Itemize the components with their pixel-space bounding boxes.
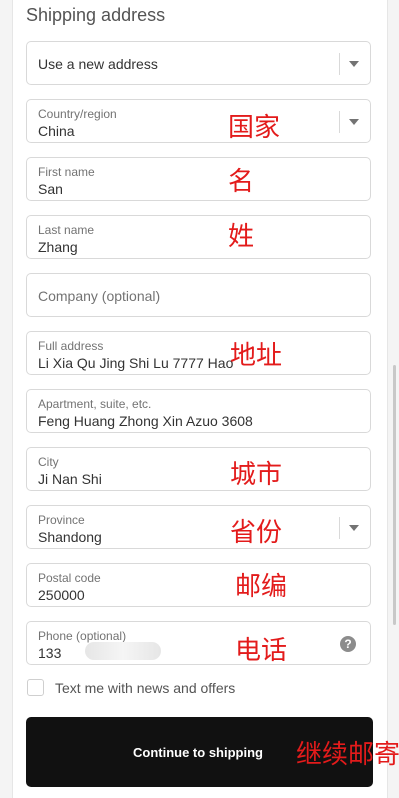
select-divider — [339, 517, 340, 539]
phone-label: Phone (optional) — [38, 629, 127, 643]
postal-code-annotation: 邮编 — [235, 572, 288, 602]
apartment-value: Feng Huang Zhong Xin Azuo 3608 — [38, 413, 253, 429]
company-placeholder: Company (optional) — [38, 288, 161, 304]
chevron-down-icon — [349, 61, 359, 67]
continue-to-shipping-button[interactable]: Continue to shipping 继续邮寄 — [26, 717, 399, 787]
country-select[interactable]: Country/region China — [26, 99, 371, 143]
province-select[interactable]: Province Shandong — [26, 505, 371, 549]
postal-code-field[interactable]: Postal code 250000 — [26, 563, 371, 607]
help-icon[interactable]: ? — [340, 636, 356, 652]
address-field[interactable]: Full address Li Xia Qu Jing Shi Lu 7777 … — [26, 331, 371, 375]
city-field[interactable]: City Ji Nan Shi — [26, 447, 371, 491]
scrollbar-thumb[interactable] — [393, 365, 396, 625]
redacted-phone-digits — [85, 642, 161, 660]
city-annotation: 城市 — [230, 460, 283, 490]
country-value: China — [38, 123, 75, 139]
phone-annotation: 电话 — [235, 636, 288, 666]
chevron-down-icon — [349, 119, 359, 125]
country-annotation: 国家 — [228, 113, 281, 143]
last-name-label: Last name — [38, 223, 95, 237]
province-value: Shandong — [38, 529, 102, 545]
first-name-field[interactable]: First name San — [26, 157, 371, 201]
province-label: Province — [38, 513, 85, 527]
postal-code-label: Postal code — [38, 571, 101, 585]
apartment-field[interactable]: Apartment, suite, etc. Feng Huang Zhong … — [26, 389, 371, 433]
first-name-label: First name — [38, 165, 95, 179]
first-name-value: San — [38, 181, 63, 197]
section-title: Shipping address — [26, 5, 166, 25]
city-label: City — [38, 455, 59, 469]
address-annotation: 地址 — [230, 341, 283, 371]
province-annotation: 省份 — [230, 518, 283, 548]
last-name-field[interactable]: Last name Zhang — [26, 215, 371, 259]
select-divider — [339, 53, 340, 75]
saved-address-value: Use a new address — [38, 56, 158, 72]
phone-field[interactable]: Phone (optional) 133 ? — [26, 621, 371, 665]
last-name-value: Zhang — [38, 239, 78, 255]
continue-annotation: 继续邮寄 — [296, 740, 399, 770]
address-value: Li Xia Qu Jing Shi Lu 7777 Hao — [38, 355, 234, 371]
first-name-annotation: 名 — [228, 167, 255, 197]
city-value: Ji Nan Shi — [38, 471, 102, 487]
select-divider — [339, 111, 340, 133]
last-name-annotation: 姓 — [228, 222, 255, 252]
apartment-label: Apartment, suite, etc. — [38, 397, 152, 411]
saved-address-select[interactable]: Use a new address — [26, 41, 371, 85]
company-field[interactable]: Company (optional) — [26, 273, 371, 317]
phone-value: 133 — [38, 645, 62, 661]
address-label: Full address — [38, 339, 104, 353]
continue-button-label: Continue to shipping — [133, 745, 263, 760]
scrollbar[interactable] — [393, 0, 396, 798]
chevron-down-icon — [349, 525, 359, 531]
postal-code-value: 250000 — [38, 587, 85, 603]
country-label: Country/region — [38, 107, 117, 121]
newsletter-checkbox[interactable] — [27, 679, 44, 696]
newsletter-label: Text me with news and offers — [55, 680, 236, 696]
